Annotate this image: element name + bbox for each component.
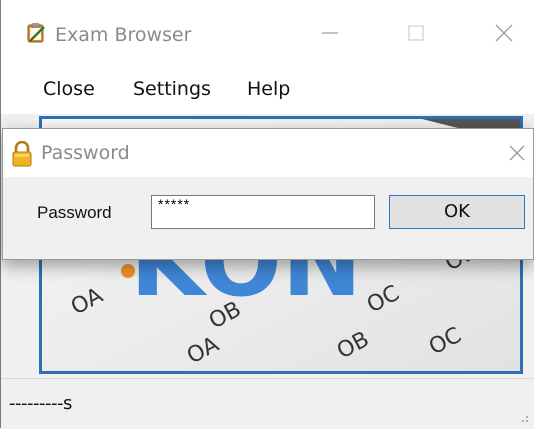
clipboard-pencil-icon: [27, 23, 45, 43]
lock-icon: [12, 141, 32, 167]
window-title: Exam Browser: [55, 24, 192, 46]
menu-item-settings[interactable]: Settings: [133, 78, 211, 100]
menu-item-help[interactable]: Help: [247, 78, 290, 100]
status-text: ---------s: [9, 393, 72, 414]
title-bar[interactable]: Exam Browser: [1, 0, 534, 62]
ok-button[interactable]: OK: [389, 195, 525, 229]
dialog-title-bar[interactable]: Password: [3, 129, 533, 177]
dialog-title: Password: [41, 142, 130, 164]
maximize-icon[interactable]: [399, 18, 433, 48]
password-value: *****: [158, 196, 191, 212]
status-bar: ---------s: [1, 378, 534, 429]
password-label: Password: [37, 203, 112, 222]
resize-grip-icon[interactable]: [517, 411, 529, 423]
dialog-close-icon[interactable]: [505, 141, 529, 165]
banner-dot: [121, 264, 135, 278]
minimize-icon[interactable]: [313, 18, 347, 48]
close-icon[interactable]: [487, 18, 521, 48]
menu-bar: Close Settings Help: [1, 62, 534, 114]
password-dialog: Password Password ***** OK: [2, 128, 534, 260]
password-input[interactable]: *****: [151, 195, 375, 229]
menu-item-close[interactable]: Close: [43, 78, 95, 100]
